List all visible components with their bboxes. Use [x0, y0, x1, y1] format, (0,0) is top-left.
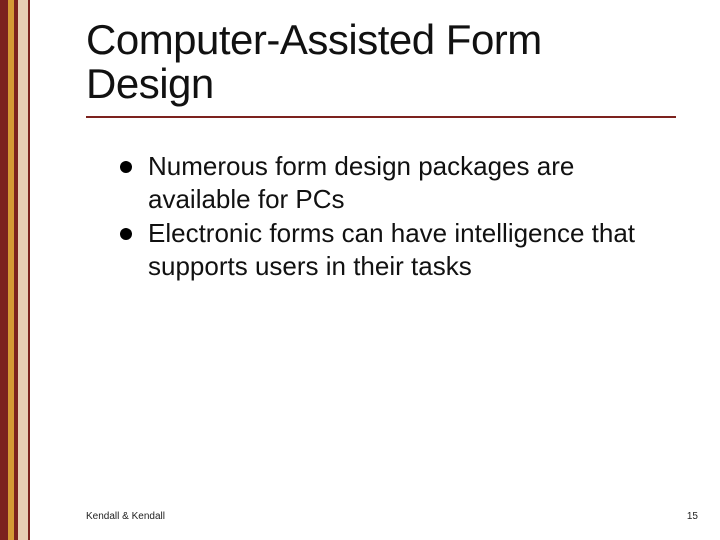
footer-page-number: 15 — [687, 511, 698, 522]
body-block: Numerous form design packages are availa… — [120, 150, 660, 284]
stripe — [18, 0, 28, 540]
list-item: Electronic forms can have intelligence t… — [120, 217, 660, 282]
stripe — [0, 0, 8, 540]
title-underline — [86, 116, 676, 118]
slide-title: Computer-Assisted Form Design — [86, 18, 680, 106]
left-decorative-stripes — [0, 0, 34, 540]
stripe — [28, 0, 30, 540]
list-item: Numerous form design packages are availa… — [120, 150, 660, 215]
title-block: Computer-Assisted Form Design — [86, 18, 680, 118]
footer-author: Kendall & Kendall — [86, 511, 165, 522]
bullet-list: Numerous form design packages are availa… — [120, 150, 660, 282]
